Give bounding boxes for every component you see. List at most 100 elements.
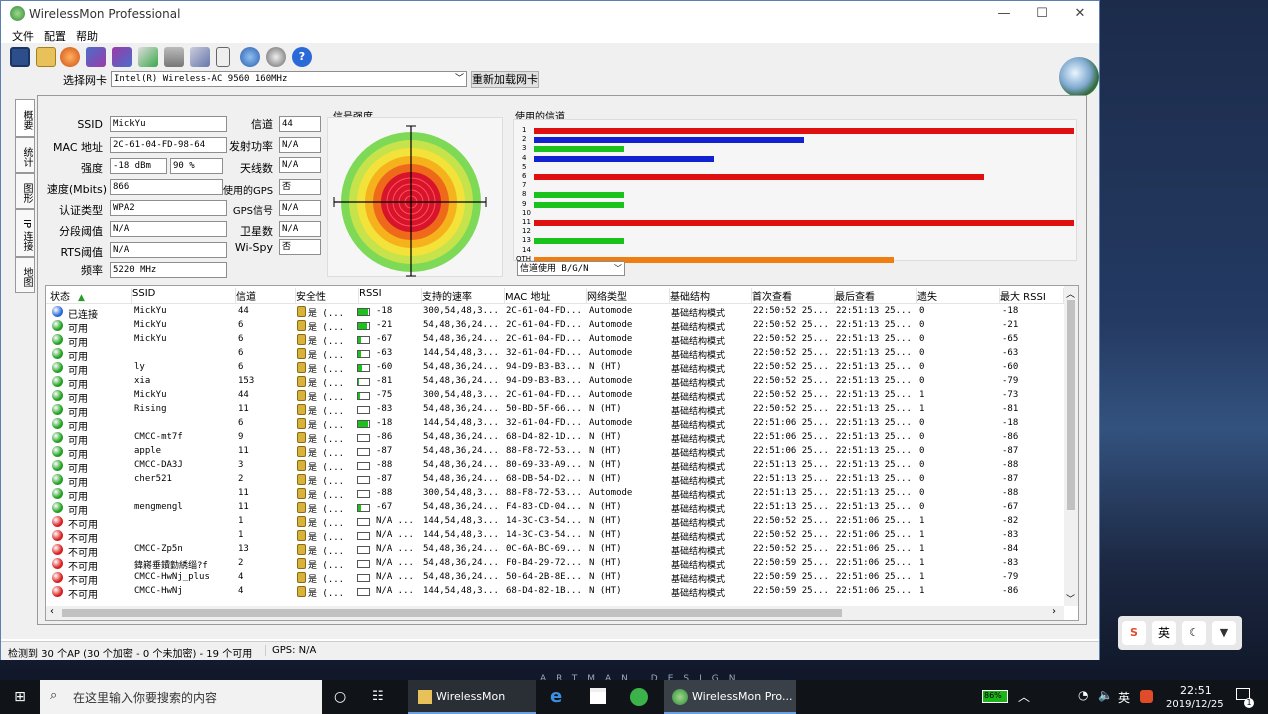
col-last-seen-header[interactable]: 最后查看	[835, 288, 917, 304]
horizontal-scrollbar[interactable]: ‹ ›	[46, 606, 1064, 620]
col-status-header[interactable]: 状态 ▲	[50, 288, 132, 304]
cell-infra: 基础结构模式	[671, 435, 726, 445]
cell-sec: 是 (...	[308, 309, 345, 319]
col-first-seen-header[interactable]: 首次查看	[752, 288, 835, 304]
gps-icon[interactable]	[266, 47, 286, 67]
settings-icon[interactable]	[190, 47, 210, 67]
channel-usage-select[interactable]: 信道使用 B/G/N ﹀	[517, 261, 625, 276]
col-lost-header[interactable]: 遗失	[917, 288, 1000, 304]
table-row[interactable]: 不可用 鍏嶈垂鐨勭綉缁?f 2 是 (... N/A ... 54,48,36,24...…	[46, 557, 1064, 573]
taskbar-search-box[interactable]: ⌕ 在这里输入你要搜索的内容	[40, 680, 322, 714]
ime-widget[interactable]: S 英 ☾ ▼	[1118, 616, 1242, 650]
signal-meter	[357, 504, 370, 512]
open-folder-icon[interactable]	[36, 47, 56, 67]
network2-icon[interactable]	[112, 47, 132, 67]
table-row[interactable]: 可用 ly 6 是 (... -60 54,48,36,24... 94-D9-B3-B3.…	[46, 361, 1064, 377]
table-row[interactable]: 可用 mengmengl 11 是 (... -67 54,48,36,24... F4-8…	[46, 501, 1064, 517]
shirt-icon[interactable]: ▼	[1212, 621, 1236, 645]
ime-lang-button[interactable]: 英	[1152, 621, 1176, 645]
menu-config[interactable]: 配置	[44, 28, 66, 44]
auth-field: WPA2	[110, 200, 227, 216]
col-security-header[interactable]: 安全性	[296, 288, 359, 304]
table-row[interactable]: 可用 6 是 (... -18 144,54,48,3... 32-61-04-FD...…	[46, 417, 1064, 433]
360-browser-icon[interactable]	[630, 688, 648, 706]
close-button[interactable]: ✕	[1061, 1, 1099, 27]
table-row[interactable]: 可用 6 是 (... -63 144,54,48,3... 32-61-04-FD...…	[46, 347, 1064, 363]
table-row[interactable]: 可用 CMCC-mt7f 9 是 (... -86 54,48,36,24... 68-D4…	[46, 431, 1064, 447]
table-row[interactable]: 可用 CMCC-DA3J 3 是 (... -88 54,48,36,24... 80-69…	[46, 459, 1064, 475]
globe-icon[interactable]	[240, 47, 260, 67]
adapter-select[interactable]: Intel(R) Wireless-AC 9560 160MHz ﹀	[111, 71, 467, 87]
table-row[interactable]: 不可用 1 是 (... N/A ... 144,54,48,3... 14-3C-C3-…	[46, 515, 1064, 531]
table-row[interactable]: 不可用 CMCC-Zp5n 13 是 (... N/A ... 54,48,36,24..…	[46, 543, 1064, 559]
save-icon[interactable]	[10, 47, 30, 67]
table-row[interactable]: 可用 11 是 (... -88 300,54,48,3... 88-F8-72-53..…	[46, 487, 1064, 503]
table-row[interactable]: 可用 Rising 11 是 (... -83 54,48,36,24... 50-BD-5…	[46, 403, 1064, 419]
tab-summary[interactable]: 概要	[15, 99, 35, 137]
table-row[interactable]: 不可用 CMCC-HwNj_plus 4 是 (... N/A ... 54,48,36,…	[46, 571, 1064, 587]
cell-ssid: CMCC-HwNj	[134, 586, 183, 596]
sogou-icon[interactable]: S	[1122, 621, 1146, 645]
table-row[interactable]: 已连接 MickYu 44 是 (... -18 300,54,48,3... 2C-61-…	[46, 305, 1064, 321]
vertical-scrollbar[interactable]: ︿ ﹀	[1064, 286, 1078, 606]
export-icon[interactable]	[138, 47, 158, 67]
network-tray-icon[interactable]: ◔	[1078, 688, 1088, 702]
col-rates-header[interactable]: 支持的速率	[422, 288, 505, 304]
col-nettype-header[interactable]: 网络类型	[587, 288, 670, 304]
tab-ip-connections[interactable]: IP 连接	[15, 209, 35, 257]
sogou-tray-icon[interactable]	[1140, 690, 1153, 703]
record-icon[interactable]	[60, 47, 80, 67]
moon-icon[interactable]: ☾	[1182, 621, 1206, 645]
taskbar-app-wirelessmon[interactable]: WirelessMon	[408, 680, 536, 714]
table-row[interactable]: 不可用 CMCC-HwNj 4 是 (... N/A ... 144,54,48,3...…	[46, 585, 1064, 601]
tray-chevron-icon[interactable]: ︿	[1018, 688, 1030, 705]
scroll-down-icon[interactable]: ﹀	[1066, 592, 1075, 605]
battery-indicator[interactable]: 86%	[982, 690, 1008, 703]
folder-icon	[418, 690, 432, 704]
col-max-rssi-header[interactable]: 最大 RSSI	[1000, 288, 1064, 304]
table-row[interactable]: 可用 cher521 2 是 (... -87 54,48,36,24... 68-DB-5…	[46, 473, 1064, 489]
ime-indicator[interactable]: 英	[1118, 689, 1130, 706]
col-channel-header[interactable]: 信道	[236, 288, 296, 304]
col-infra-header[interactable]: 基础结构	[670, 288, 752, 304]
clock-time[interactable]: 22:51	[1180, 684, 1212, 697]
document-icon[interactable]	[216, 47, 230, 67]
table-row[interactable]: 可用 apple 11 是 (... -87 54,48,36,24... 88-F8-72…	[46, 445, 1064, 461]
volume-icon[interactable]: 🔈	[1098, 688, 1113, 702]
cell-ch: 6	[238, 320, 244, 330]
col-mac-header[interactable]: MAC 地址	[505, 288, 587, 304]
tab-stats[interactable]: 统计	[15, 137, 35, 173]
network-icon[interactable]	[86, 47, 106, 67]
reload-adapter-button[interactable]: 重新加载网卡	[471, 71, 539, 88]
start-button[interactable]: ⊞	[0, 680, 40, 714]
task-view-icon[interactable]: ○	[334, 680, 352, 714]
cell-last: 22:51:06 25...	[836, 558, 912, 568]
title-bar[interactable]: WirelessMon Professional — ☐ ✕	[1, 1, 1099, 27]
scroll-up-icon[interactable]: ︿	[1066, 287, 1075, 300]
tab-map[interactable]: 地图	[15, 257, 35, 293]
ap-table[interactable]: 状态 ▲ SSID 信道 安全性 RSSI 支持的速率 MAC 地址 网络类型 基础结构 首次查看 最…	[45, 285, 1079, 621]
scroll-right-icon[interactable]: ›	[1052, 606, 1056, 617]
table-row[interactable]: 可用 MickYu 6 是 (... -67 54,48,36,24... 2C-61-04…	[46, 333, 1064, 349]
menu-file[interactable]: 文件	[12, 28, 34, 44]
taskbar-app-wirelessmon-pro[interactable]: WirelessMon Pro...	[664, 680, 796, 714]
horizontal-scroll-thumb[interactable]	[62, 609, 842, 617]
print-icon[interactable]	[164, 47, 184, 67]
tab-graph[interactable]: 图形	[15, 173, 35, 209]
table-row[interactable]: 可用 xia 153 是 (... -81 54,48,36,24... 94-D9-B3-…	[46, 375, 1064, 391]
help-icon[interactable]: ?	[292, 47, 312, 67]
table-row[interactable]: 可用 MickYu 6 是 (... -21 54,48,36,24... 2C-61-04…	[46, 319, 1064, 335]
col-rssi-header[interactable]: RSSI	[359, 288, 422, 304]
table-row[interactable]: 可用 MickYu 44 是 (... -75 300,54,48,3... 2C-61-0…	[46, 389, 1064, 405]
vertical-scroll-thumb[interactable]	[1067, 300, 1075, 510]
menu-help[interactable]: 帮助	[76, 28, 98, 44]
scroll-left-icon[interactable]: ‹	[50, 606, 54, 617]
col-ssid-header[interactable]: SSID	[132, 288, 236, 304]
store-icon[interactable]	[590, 688, 606, 704]
maximize-button[interactable]: ☐	[1023, 1, 1061, 27]
minimize-button[interactable]: —	[985, 1, 1023, 27]
clock-date[interactable]: 2019/12/25	[1166, 699, 1224, 710]
edge-icon[interactable]: e	[550, 680, 568, 714]
table-row[interactable]: 不可用 1 是 (... N/A ... 144,54,48,3... 14-3C-C3-…	[46, 529, 1064, 545]
timeline-icon[interactable]: ☷	[372, 680, 390, 714]
